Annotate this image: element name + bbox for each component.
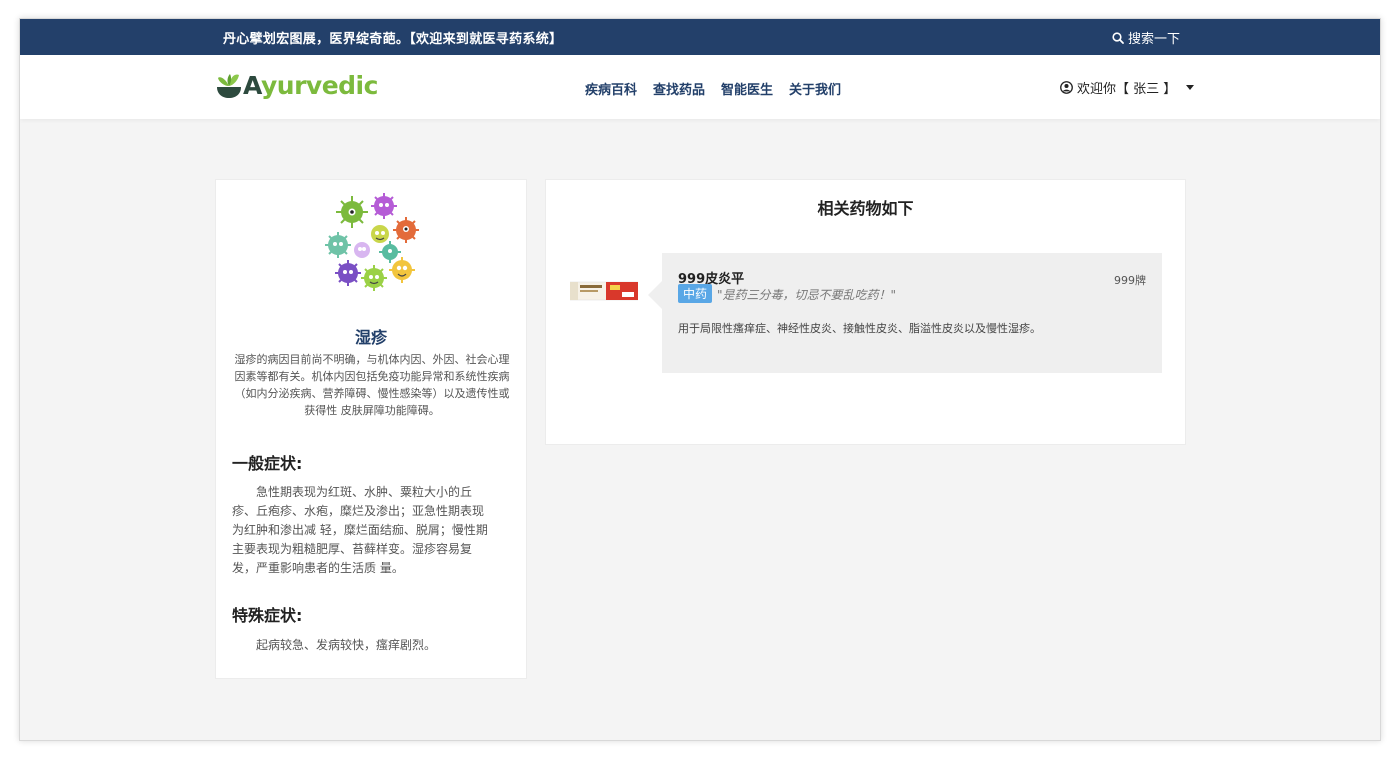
browser-window: 丹心擘划宏图展，医界绽奇葩。【欢迎来到就医寻药系统】 搜索一下 Ayurvedi… (19, 18, 1381, 741)
germs-illustration (325, 193, 419, 291)
drug-type-badge: 中药 (678, 284, 713, 303)
disease-card: 湿疹 湿疹的病因目前尚不明确，与机体内因、外因、社会心理因素等都有关。机体内因包… (215, 179, 527, 679)
related-drugs-card: 相关药物如下 999皮炎平 999牌 中药 "是药三分毒，切忌不要乱吃药！" 用… (545, 179, 1186, 445)
nav-disease-encyclopedia[interactable]: 疾病百科 (585, 79, 637, 98)
nav-menu: 疾病百科 查找药品 智能医生 关于我们 (585, 79, 841, 98)
drug-brand: 999牌 (1114, 274, 1146, 287)
general-symptoms-heading: 一般症状: (232, 454, 303, 473)
general-symptoms-text: 急性期表现为红斑、水肿、粟粒大小的丘疹、丘疱疹、水疱，糜烂及渗出；亚急性期表现为… (232, 485, 488, 575)
nav-about-us[interactable]: 关于我们 (789, 79, 841, 98)
search-link[interactable]: 搜索一下 (1112, 28, 1180, 47)
drug-item[interactable]: 999皮炎平 999牌 中药 "是药三分毒，切忌不要乱吃药！" 用于局限性瘙痒症… (648, 253, 1162, 373)
search-label: 搜索一下 (1128, 32, 1181, 47)
special-symptoms-heading: 特殊症状: (232, 606, 303, 625)
drug-usage: 用于局限性瘙痒症、神经性皮炎、接触性皮炎、脂溢性皮炎以及慢性湿疹。 (678, 322, 1041, 335)
user-circle-icon (1060, 81, 1073, 94)
nav-smart-doctor[interactable]: 智能医生 (721, 79, 773, 98)
logo-text: Ayurvedic (243, 71, 378, 100)
leaf-bowl-icon (217, 73, 241, 98)
drug-product-image[interactable] (570, 280, 638, 302)
disease-name: 湿疹 (354, 328, 387, 347)
related-drugs-title: 相关药物如下 (817, 199, 914, 218)
disease-description: 湿疹的病因目前尚不明确，与机体内因、外因、社会心理因素等都有关。机体内因包括免疫… (234, 353, 510, 417)
user-menu[interactable]: 欢迎你【 张三 】 (1060, 78, 1195, 97)
site-slogan: 丹心擘划宏图展，医界绽奇葩。【欢迎来到就医寻药系统】 (223, 32, 563, 47)
search-icon (1112, 31, 1124, 44)
user-greeting: 欢迎你【 张三 】 (1077, 82, 1177, 97)
special-symptoms-text: 起病较急、发病较快，瘙痒剧烈。 (256, 638, 437, 652)
site-logo[interactable]: Ayurvedic (216, 71, 378, 100)
nav-find-medicine[interactable]: 查找药品 (653, 79, 705, 98)
chevron-down-icon (1186, 85, 1195, 90)
drug-warning-quote: "是药三分毒，切忌不要乱吃药！" (717, 288, 897, 302)
main-navbar: Ayurvedic 疾病百科 查找药品 智能医生 关于我们 欢迎你【 张三 】 (20, 55, 1380, 119)
top-bar: 丹心擘划宏图展，医界绽奇葩。【欢迎来到就医寻药系统】 搜索一下 (20, 19, 1380, 55)
